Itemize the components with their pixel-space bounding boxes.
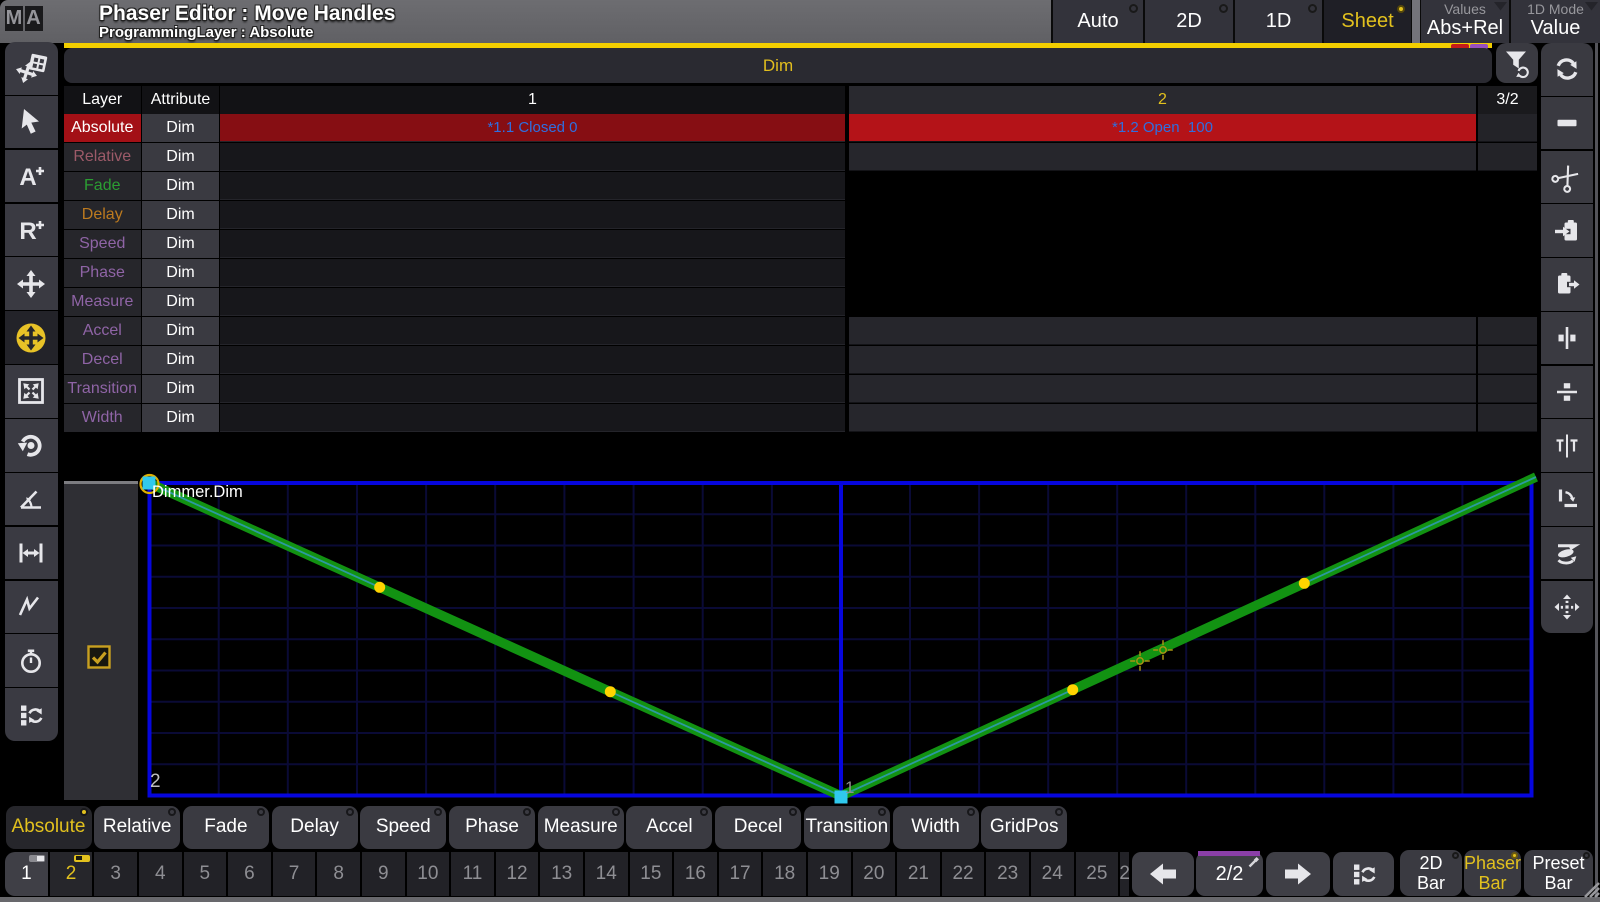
svg-text:R: R xyxy=(20,218,37,245)
svg-text:A: A xyxy=(20,164,37,191)
